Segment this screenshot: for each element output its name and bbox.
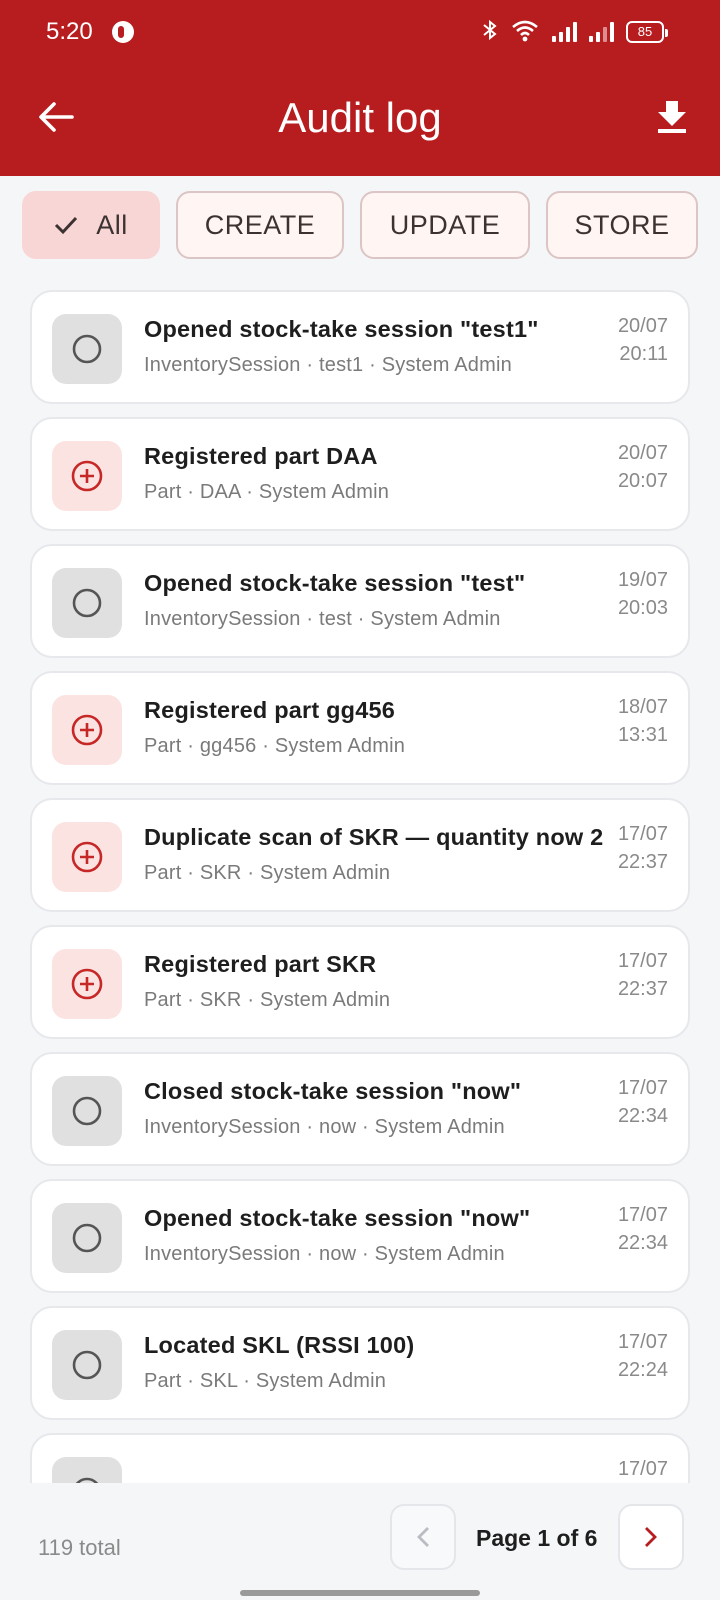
audit-entry[interactable]: 17/07 [30,1433,690,1483]
entry-date: 17/07 [617,1204,668,1226]
entry-timestamp: 17/07 22:24 [618,1328,668,1384]
signal-icon [589,22,614,42]
audit-entry[interactable]: Registered part DAA Part · DAA · System … [30,417,690,531]
filter-chips: All CREATE UPDATE STORE [22,191,698,259]
circle-outline-icon [52,568,122,638]
entry-title: Closed stock-take session "now" [144,1078,522,1104]
audit-entry[interactable]: Registered part gg456 Part · gg456 · Sys… [30,671,690,785]
entry-subtitle: InventorySession · test1 · System Admin [144,354,512,376]
entry-title: Located SKL (RSSI 100) [144,1332,415,1358]
entry-title: Registered part DAA [144,443,378,469]
entry-subtitle: Part · gg456 · System Admin [144,735,406,757]
filter-chip-create[interactable]: CREATE [176,191,344,259]
filter-chip-label: UPDATE [389,209,501,240]
circle-outline-icon [52,1203,122,1273]
entry-date: 17/07 [617,1077,668,1099]
audit-entry[interactable]: Opened stock-take session "test1" Invent… [30,290,690,404]
filter-chip-label: STORE [574,209,670,240]
entry-title: Registered part gg456 [144,697,396,723]
entry-time: 22:34 [617,1105,668,1127]
entry-time: 20:07 [617,470,668,492]
entry-title: Opened stock-take session "test1" [144,316,539,342]
entry-subtitle: Part · SKL · System Admin [144,1370,387,1392]
check-icon [54,215,78,235]
signal-icon [552,22,577,42]
entry-subtitle: InventorySession · test · System Admin [144,608,501,630]
status-bar: 5:20 85 [0,0,720,66]
entry-time: 13:31 [617,724,668,746]
page-title: Audit log [278,94,442,141]
entry-date: 20/07 [617,442,668,464]
circle-outline-icon [52,1330,122,1400]
add-circle-icon [52,949,122,1019]
entry-title: Duplicate scan of SKR — quantity now 2 [144,824,604,850]
entry-timestamp: 19/07 20:03 [618,566,668,622]
filter-chip-store[interactable]: STORE [546,191,698,259]
filter-chip-label: CREATE [204,209,316,240]
entry-subtitle: InventorySession · now · System Admin [144,1243,505,1265]
entry-timestamp: 17/07 22:34 [618,1074,668,1130]
entry-subtitle: Part · SKR · System Admin [144,989,391,1011]
audit-entry[interactable]: Located SKL (RSSI 100) Part · SKL · Syst… [30,1306,690,1420]
audit-entry[interactable]: Closed stock-take session "now" Inventor… [30,1052,690,1166]
entry-date: 19/07 [617,569,668,591]
entry-time: 22:24 [617,1359,668,1381]
entry-timestamp: 20/07 20:11 [618,312,668,368]
app-bar: Audit log [0,66,720,176]
filter-chip-update[interactable]: UPDATE [360,191,530,259]
entry-date: 18/07 [617,696,668,718]
audit-entry[interactable]: Duplicate scan of SKR — quantity now 2 P… [30,798,690,912]
audit-entry[interactable]: Registered part SKR Part · SKR · System … [30,925,690,1039]
add-circle-icon [52,695,122,765]
chevron-right-icon [645,1527,657,1547]
bluetooth-icon [482,18,498,47]
chevron-left-icon [417,1527,429,1547]
circle-outline-icon [52,1076,122,1146]
entry-time: 22:34 [617,1232,668,1254]
circle-outline-icon [52,314,122,384]
entry-time: 22:37 [617,851,668,873]
home-indicator[interactable] [240,1590,480,1596]
add-circle-icon [52,441,122,511]
entry-subtitle: InventorySession · now · System Admin [144,1116,505,1138]
filter-chip-label: All [96,209,128,240]
entry-date: 20/07 [617,315,668,337]
previous-page-button[interactable] [390,1504,456,1570]
entry-time: 20:03 [617,597,668,619]
total-count: 119 total [38,1535,121,1560]
audit-entry[interactable]: Opened stock-take session "now" Inventor… [30,1179,690,1293]
entry-timestamp: 20/07 20:07 [618,439,668,495]
entry-title: Registered part SKR [144,951,377,977]
entry-title: Opened stock-take session "now" [144,1205,531,1231]
entry-date: 17/07 [617,823,668,845]
download-icon [658,101,686,133]
next-page-button[interactable] [618,1504,684,1570]
pagination-footer: 119 total Page 1 of 6 [0,1483,720,1600]
page-indicator: Page 1 of 6 [476,1525,598,1551]
entry-time: 20:11 [619,343,668,365]
entry-timestamp: 17/07 22:37 [618,820,668,876]
filter-chip-all[interactable]: All [22,191,160,259]
entry-date: 17/07 [617,950,668,972]
entry-subtitle: Part · DAA · System Admin [144,481,390,503]
notification-icon [112,21,134,43]
entry-date: 17/07 [617,1331,668,1353]
battery-icon: 85 [626,21,668,43]
entry-timestamp: 17/07 22:37 [618,947,668,1003]
entry-timestamp: 17/07 [618,1455,668,1483]
audit-entry[interactable]: Opened stock-take session "test" Invento… [30,544,690,658]
entry-time: 22:37 [617,978,668,1000]
status-icons: 85 [482,18,668,47]
status-time: 5:20 [46,18,93,45]
download-button[interactable] [646,91,698,143]
audit-log-list[interactable]: Opened stock-take session "test1" Invent… [30,290,690,1483]
entry-date: 17/07 [617,1458,668,1480]
entry-timestamp: 18/07 13:31 [618,693,668,749]
circle-outline-icon [52,1457,122,1483]
entry-title: Opened stock-take session "test" [144,570,526,596]
add-circle-icon [52,822,122,892]
entry-timestamp: 17/07 22:34 [618,1201,668,1257]
entry-subtitle: Part · SKR · System Admin [144,862,391,884]
wifi-icon [510,18,540,47]
